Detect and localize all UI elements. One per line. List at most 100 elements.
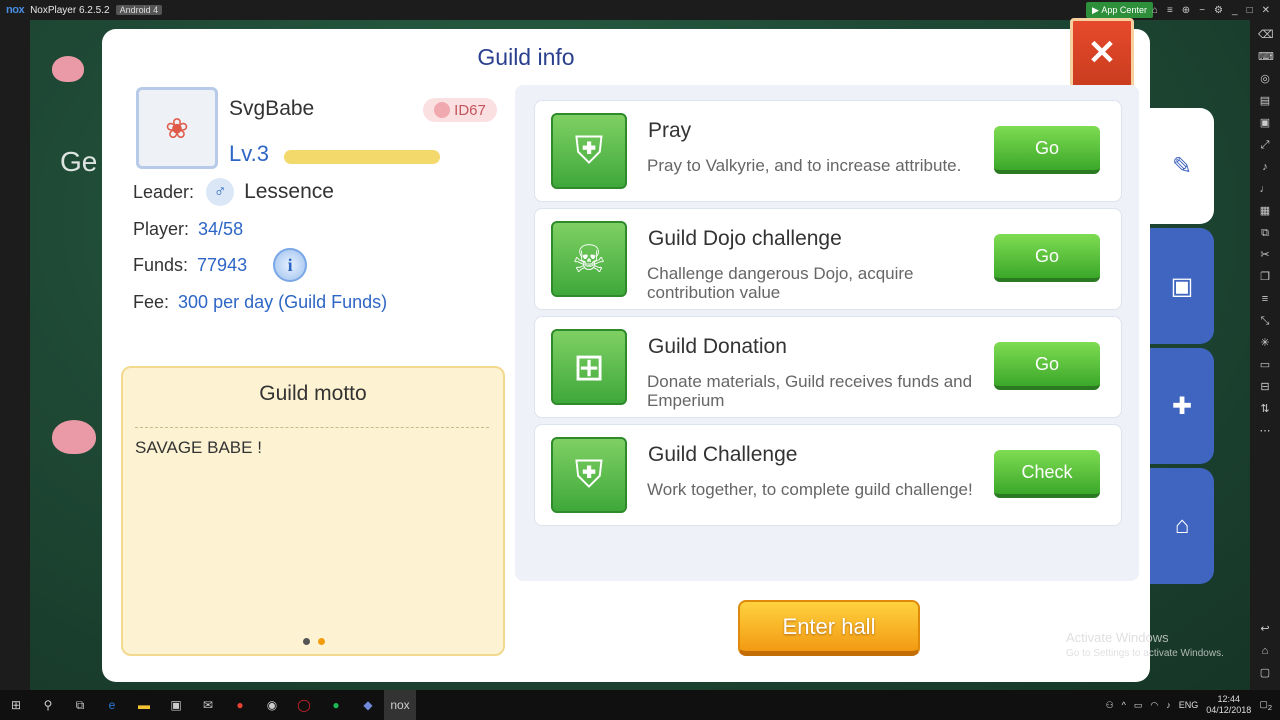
volume-down-icon[interactable]: ♩ [1258, 182, 1272, 196]
edge-icon[interactable]: e [96, 690, 128, 720]
activity-card-dojo: ☠ Guild Dojo challenge Challenge dangero… [534, 208, 1122, 310]
funds-value: 77943 [197, 254, 248, 275]
motto-title: Guild motto [259, 382, 367, 405]
apk-icon[interactable]: ▦ [1258, 204, 1272, 218]
funds-label: Funds: [133, 254, 189, 275]
enter-hall-button[interactable]: Enter hall [738, 600, 920, 656]
network-icon[interactable]: ▭ [1134, 700, 1143, 711]
challenge-check-button[interactable]: Check [994, 450, 1100, 498]
steam-icon[interactable]: ◉ [256, 690, 288, 720]
search-icon[interactable]: ⚲ [32, 690, 64, 720]
chrome-icon[interactable]: ● [224, 690, 256, 720]
activity-desc: Donate materials, Guild receives funds a… [647, 372, 973, 410]
maximize-icon[interactable]: □ [1247, 5, 1253, 16]
android-version-badge: Android 4 [115, 5, 163, 15]
loading-icon[interactable]: ✳ [1258, 336, 1272, 350]
keyboard-icon[interactable]: ⌨ [1258, 50, 1274, 64]
spotify-icon[interactable]: ● [320, 690, 352, 720]
minimize-icon[interactable]: _ [1232, 5, 1238, 16]
nox-taskbar-icon[interactable]: nox [384, 690, 416, 720]
dojo-go-button[interactable]: Go [994, 234, 1100, 282]
wifi-icon[interactable]: ◠ [1150, 700, 1158, 711]
dialog-title: Guild info [477, 44, 575, 70]
tab-members[interactable]: ▣ [1150, 228, 1214, 344]
cut-icon[interactable]: ✂ [1258, 248, 1272, 262]
store-icon[interactable]: ⌂ [1152, 5, 1158, 16]
tab-guild-hall[interactable]: ⌂ [1150, 468, 1214, 584]
mail-icon[interactable]: ✉ [192, 690, 224, 720]
valkyrie-icon: ⛨ [551, 113, 627, 189]
opera-icon[interactable]: ◯ [288, 690, 320, 720]
menu-icon[interactable]: ≡ [1167, 5, 1173, 16]
notification-icon[interactable]: ▢2 [1259, 699, 1272, 712]
volume-up-icon[interactable]: ♪ [1258, 160, 1272, 174]
clock-date: 04/12/2018 [1206, 705, 1252, 715]
leader-name[interactable]: Lessence [244, 180, 334, 204]
valkyrie-icon: ⛨ [551, 437, 627, 513]
discord-icon[interactable]: ◆ [352, 690, 384, 720]
record-icon[interactable]: ▣ [1258, 116, 1272, 130]
home-icon[interactable]: ⌂ [1258, 644, 1272, 658]
activity-desc: Pray to Valkyrie, and to increase attrib… [647, 156, 962, 175]
tools-icon[interactable]: ⋯ [1258, 424, 1272, 438]
settings-sliders-icon[interactable]: ⇅ [1258, 402, 1272, 416]
explorer-icon[interactable]: ▬ [128, 690, 160, 720]
tab-guild-events[interactable]: ✚ [1150, 348, 1214, 464]
minimize-to-tray-icon[interactable]: − [1199, 5, 1205, 16]
copy-icon[interactable]: ❐ [1258, 270, 1272, 284]
guild-emblem: ❀ [136, 87, 218, 169]
resize-icon[interactable]: ⤡ [1258, 314, 1272, 328]
people-icon[interactable]: ⚇ [1106, 700, 1114, 711]
activity-desc: Work together, to complete guild challen… [647, 480, 973, 499]
donation-go-button[interactable]: Go [994, 342, 1100, 390]
motto-divider [135, 427, 489, 428]
settings-icon[interactable]: ⚙ [1214, 5, 1223, 16]
skull-icon: ☠ [551, 221, 627, 297]
location-icon[interactable]: ◎ [1258, 72, 1272, 86]
language-indicator[interactable]: ENG [1179, 700, 1199, 710]
chevron-up-icon[interactable]: ^ [1122, 700, 1126, 710]
motto-text: SAVAGE BABE ! [135, 438, 262, 457]
page-dot-active[interactable] [318, 638, 325, 645]
trash-icon[interactable]: ⌫ [1258, 28, 1274, 42]
pray-go-button[interactable]: Go [994, 126, 1100, 174]
activity-title: Pray [648, 119, 692, 142]
windows-taskbar: ⊞ ⚲ ⧉ e ▬ ▣ ✉ ● ◉ ◯ ● ◆ nox ⚇ ^ ▭ ◠ ♪ EN… [0, 690, 1280, 720]
back-icon[interactable]: ↩ [1258, 622, 1272, 636]
clock[interactable]: 12:44 04/12/2018 [1206, 694, 1251, 716]
nox-logo: nox [6, 4, 25, 16]
recent-apps-icon[interactable]: ▢ [1258, 666, 1272, 680]
macro-icon[interactable]: ⊟ [1258, 380, 1272, 394]
contact-book-icon: ▣ [1170, 272, 1194, 300]
watermark-line1: Activate Windows [1066, 630, 1169, 645]
leader-row: Leader: ♂ Lessence [133, 178, 334, 206]
watermark-line2: Go to Settings to activate Windows. [1066, 648, 1224, 659]
info-icon[interactable]: i [273, 248, 308, 282]
close-window-icon[interactable]: ✕ [1262, 5, 1270, 16]
screenshot-icon[interactable]: ▤ [1258, 94, 1272, 108]
id-icon [434, 102, 451, 118]
tab-guild-info[interactable]: ✎ [1150, 108, 1214, 224]
speaker-icon[interactable]: ♪ [1166, 700, 1171, 710]
house-icon: ⌂ [1174, 512, 1190, 539]
more-icon[interactable]: ≡ [1258, 292, 1272, 306]
fullscreen-icon[interactable]: ⤢ [1258, 138, 1272, 152]
left-frame [0, 20, 30, 690]
background-text: Ge [60, 146, 98, 177]
pin-icon[interactable]: ⊕ [1182, 5, 1190, 16]
system-tray: ⚇ ^ ▭ ◠ ♪ ENG 12:44 04/12/2018 ▢2 [1106, 690, 1272, 720]
window-controls: ⌂ ≡ ⊕ − ⚙ _ □ ✕ [1152, 0, 1270, 20]
player-row: Player: 34/58 [133, 219, 243, 240]
windows-start-icon[interactable]: ⊞ [0, 690, 32, 720]
folder-icon[interactable]: ▭ [1258, 358, 1272, 372]
page-dot[interactable] [303, 638, 310, 645]
leader-label: Leader: [133, 181, 195, 202]
male-icon: ♂ [206, 178, 235, 206]
activate-windows-watermark: Activate Windows Go to Settings to activ… [1066, 630, 1224, 659]
app-center-button[interactable]: ▶ App Center [1086, 2, 1153, 18]
store-icon[interactable]: ▣ [160, 690, 192, 720]
task-view-icon[interactable]: ⧉ [64, 690, 96, 720]
emulator-sidebar: ⌫ ⌨ ◎ ▤ ▣ ⤢ ♪ ♩ ▦ ⧉ ✂ ❐ ≡ ⤡ ✳ ▭ ⊟ ⇅ ⋯ ↩ … [1250, 20, 1280, 690]
clock-time: 12:44 [1217, 694, 1241, 704]
multi-instance-icon[interactable]: ⧉ [1258, 226, 1272, 240]
